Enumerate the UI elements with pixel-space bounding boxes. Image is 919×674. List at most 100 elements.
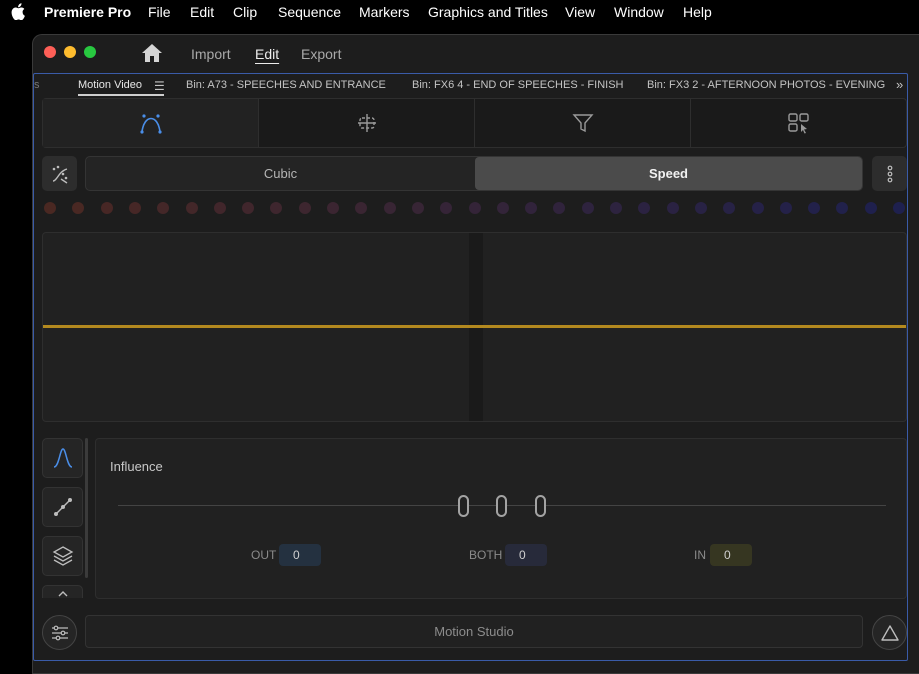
preset-dot[interactable] bbox=[666, 202, 679, 214]
layers-cube-icon bbox=[52, 546, 73, 566]
tab-motion-video[interactable]: Motion Video bbox=[78, 79, 142, 91]
in-value-field[interactable]: 0 bbox=[710, 544, 752, 566]
influence-out-knob[interactable] bbox=[458, 495, 469, 517]
apple-logo-icon[interactable] bbox=[11, 3, 25, 20]
preset-dot[interactable] bbox=[779, 202, 792, 214]
sliders-settings-button[interactable] bbox=[42, 615, 77, 650]
preset-dot[interactable] bbox=[581, 202, 594, 214]
linear-curve-icon bbox=[53, 498, 72, 516]
preset-dot[interactable] bbox=[327, 202, 339, 214]
preset-dot[interactable] bbox=[610, 202, 622, 214]
layers-button[interactable] bbox=[42, 536, 83, 576]
scatter-tool-button[interactable] bbox=[42, 156, 77, 191]
nav-import[interactable]: Import bbox=[191, 46, 231, 62]
tool-column-scrollbar[interactable] bbox=[85, 438, 88, 578]
tool-grid-button[interactable] bbox=[691, 99, 907, 147]
preset-dot[interactable] bbox=[723, 202, 736, 214]
out-label: OUT bbox=[251, 548, 277, 562]
preset-dot[interactable] bbox=[638, 202, 651, 214]
preset-dot[interactable] bbox=[496, 202, 509, 214]
preset-dot[interactable] bbox=[440, 202, 453, 214]
preset-dot[interactable] bbox=[242, 202, 255, 214]
preset-dot[interactable] bbox=[44, 202, 56, 214]
triangle-up-icon bbox=[880, 624, 899, 641]
menu-edit[interactable]: Edit bbox=[190, 4, 214, 20]
tool-filter-button[interactable] bbox=[475, 99, 691, 147]
mode-cubic-option[interactable]: Cubic bbox=[86, 157, 475, 190]
speed-graph[interactable] bbox=[42, 232, 907, 422]
preset-dot[interactable] bbox=[836, 202, 849, 214]
preset-dot[interactable] bbox=[185, 202, 198, 214]
menu-window[interactable]: Window bbox=[614, 4, 664, 20]
preset-dot[interactable] bbox=[157, 202, 170, 214]
influence-title: Influence bbox=[110, 459, 163, 474]
nav-edit[interactable]: Edit bbox=[255, 46, 279, 62]
mode-speed-option[interactable]: Speed bbox=[475, 157, 862, 190]
align-center-icon bbox=[357, 114, 376, 132]
double-chevron-right-icon[interactable]: » bbox=[896, 77, 903, 92]
home-icon[interactable] bbox=[141, 43, 163, 63]
out-value-field[interactable]: 0 bbox=[279, 544, 321, 566]
tab-bin-a73[interactable]: Bin: A73 - SPEECHES AND ENTRANCE bbox=[186, 79, 386, 91]
bell-curve-button[interactable] bbox=[42, 438, 83, 478]
preset-dot[interactable] bbox=[864, 202, 877, 214]
mode-segmented-control: Cubic Speed bbox=[85, 156, 863, 191]
tab-bin-fx3[interactable]: Bin: FX3 2 - AFTERNOON PHOTOS - EVENING bbox=[647, 79, 885, 91]
menu-sequence[interactable]: Sequence bbox=[278, 4, 341, 20]
linear-curve-button[interactable] bbox=[42, 487, 83, 527]
scatter-icon bbox=[52, 165, 67, 184]
bezier-curve-icon bbox=[139, 114, 162, 134]
preset-dot[interactable] bbox=[525, 202, 538, 214]
menu-markers[interactable]: Markers bbox=[359, 4, 410, 20]
nav-export[interactable]: Export bbox=[301, 46, 341, 62]
sliders-icon bbox=[51, 625, 68, 640]
preset-dot[interactable] bbox=[808, 202, 821, 214]
speed-curve[interactable] bbox=[43, 325, 906, 328]
preset-dot[interactable] bbox=[411, 202, 424, 214]
active-tab-indicator bbox=[78, 94, 164, 96]
preset-dot[interactable] bbox=[355, 202, 368, 214]
expand-up-button[interactable] bbox=[872, 615, 907, 650]
bell-curve-icon bbox=[53, 448, 72, 468]
preset-dot[interactable] bbox=[553, 202, 566, 214]
menu-help[interactable]: Help bbox=[683, 4, 712, 20]
tab-menu-icon[interactable]: ☰ bbox=[154, 79, 165, 93]
tool-bezier-button[interactable] bbox=[43, 99, 259, 147]
motion-studio-button[interactable]: Motion Studio bbox=[85, 615, 863, 648]
minimize-window-button[interactable] bbox=[64, 46, 76, 58]
preset-dot[interactable] bbox=[213, 202, 226, 214]
menu-view[interactable]: View bbox=[565, 4, 595, 20]
preset-dot[interactable] bbox=[893, 202, 905, 214]
preset-dot[interactable] bbox=[694, 202, 707, 214]
menu-clip[interactable]: Clip bbox=[233, 4, 257, 20]
more-vertical-icon bbox=[887, 165, 892, 182]
curve-tool-column bbox=[42, 438, 83, 598]
preset-dot[interactable] bbox=[383, 202, 396, 214]
close-window-button[interactable] bbox=[44, 46, 56, 58]
preset-dot-row bbox=[42, 199, 907, 217]
both-label: BOTH bbox=[469, 548, 503, 562]
preset-dot[interactable] bbox=[468, 202, 481, 214]
preset-dot[interactable] bbox=[751, 202, 764, 214]
preset-dot[interactable] bbox=[270, 202, 283, 214]
influence-both-knob[interactable] bbox=[496, 495, 507, 517]
menu-app-name[interactable]: Premiere Pro bbox=[44, 4, 131, 20]
tool-align-button[interactable] bbox=[259, 99, 475, 147]
chevron-up-icon bbox=[58, 591, 67, 597]
preset-dot[interactable] bbox=[100, 202, 113, 214]
influence-in-knob[interactable] bbox=[535, 495, 546, 517]
tab-bin-fx6[interactable]: Bin: FX6 4 - END OF SPEECHES - FINISH bbox=[412, 79, 624, 91]
menu-file[interactable]: File bbox=[148, 4, 171, 20]
menu-bar: Premiere Pro File Edit Clip Sequence Mar… bbox=[0, 0, 919, 24]
influence-panel: Influence OUT 0 BOTH 0 IN 0 bbox=[95, 438, 907, 599]
collapse-button[interactable] bbox=[42, 585, 83, 598]
tool-row bbox=[42, 98, 907, 148]
more-options-button[interactable] bbox=[872, 156, 907, 191]
tab-overflow-left[interactable]: s bbox=[34, 79, 40, 91]
preset-dot[interactable] bbox=[72, 202, 85, 214]
menu-graphics-and-titles[interactable]: Graphics and Titles bbox=[428, 4, 548, 20]
both-value-field[interactable]: 0 bbox=[505, 544, 547, 566]
preset-dot[interactable] bbox=[298, 202, 311, 214]
preset-dot[interactable] bbox=[128, 202, 141, 214]
zoom-window-button[interactable] bbox=[84, 46, 96, 58]
